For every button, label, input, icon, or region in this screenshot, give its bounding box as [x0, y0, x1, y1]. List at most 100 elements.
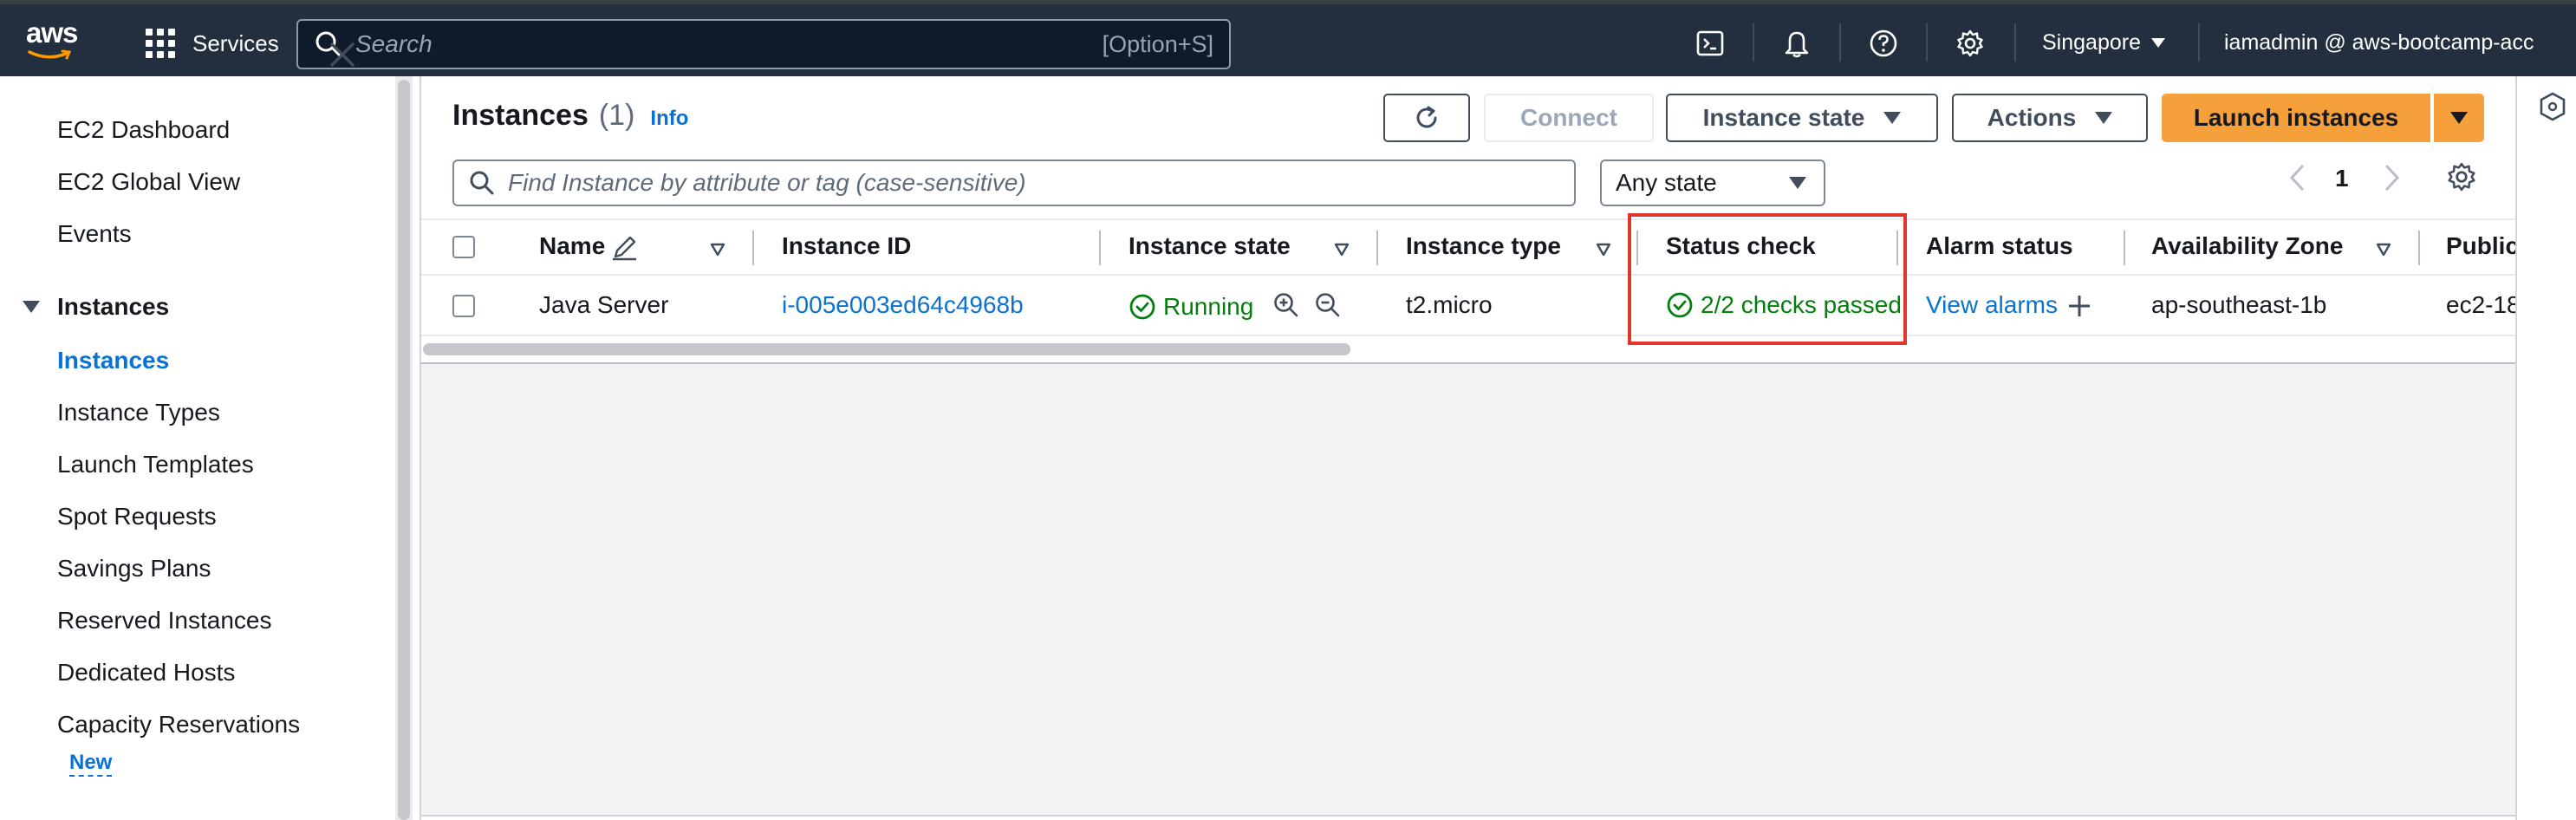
table-horizontal-scrollbar-thumb[interactable]	[423, 343, 1350, 355]
services-menu-button[interactable]: Services	[146, 23, 279, 63]
previous-page-icon[interactable]	[2287, 163, 2307, 192]
column-header-alarm-status[interactable]: Alarm status	[1926, 232, 2073, 260]
sidebar-scrollbar-thumb[interactable]	[398, 80, 410, 820]
divider	[421, 815, 2515, 817]
next-page-icon[interactable]	[2382, 163, 2403, 192]
sidebar-item-ec2-dashboard[interactable]: EC2 Dashboard	[57, 116, 230, 144]
public-dns: ec2-18	[2446, 291, 2515, 318]
zoom-in-icon[interactable]	[1272, 291, 1300, 319]
row-select-checkbox[interactable]	[452, 295, 475, 317]
column-header-instance-state[interactable]: Instance state	[1129, 232, 1291, 260]
state-filter-select[interactable]: Any state	[1600, 159, 1825, 206]
instance-filter-input[interactable]: Find Instance by attribute or tag (case-…	[452, 159, 1576, 206]
sidebar-item-reserved-instances[interactable]: Reserved Instances	[57, 607, 271, 635]
instance-id-link[interactable]: i-005e003ed64c4968b	[782, 291, 1024, 319]
page-title: Instances (1) Info	[452, 99, 688, 133]
search-icon	[470, 171, 494, 195]
availability-zone: ap-southeast-1b	[2151, 291, 2327, 318]
add-alarm-plus-icon[interactable]	[2066, 293, 2092, 319]
new-badge: New	[69, 751, 113, 777]
search-shortcut-hint: [Option+S]	[1102, 30, 1213, 57]
actions-button[interactable]: Actions	[1952, 94, 2148, 142]
divider	[2198, 23, 2200, 62]
divider	[1753, 23, 1754, 62]
instance-type: t2.micro	[1406, 291, 1493, 318]
column-header-public[interactable]: Public	[2446, 232, 2515, 260]
column-header-availability-zone[interactable]: Availability Zone	[2151, 232, 2343, 260]
actions-label: Actions	[1987, 104, 2077, 131]
page-number[interactable]: 1	[2335, 165, 2349, 192]
column-divider[interactable]	[1376, 231, 1378, 265]
aws-logo-text: aws	[26, 16, 78, 49]
caret-down-icon	[1789, 177, 1806, 189]
launch-options-button[interactable]	[2434, 94, 2484, 142]
column-header-name[interactable]: Name	[539, 232, 605, 260]
sidebar-item-capacity-reservations[interactable]: Capacity Reservations	[57, 711, 300, 739]
info-link[interactable]: Info	[650, 107, 688, 131]
instance-name: Java Server	[539, 291, 669, 318]
zoom-out-icon[interactable]	[1314, 291, 1342, 319]
aws-logo[interactable]: aws	[26, 16, 95, 68]
sidebar-section-instances[interactable]: Instances	[23, 293, 169, 321]
refresh-button[interactable]	[1383, 94, 1470, 142]
caret-down-icon	[2095, 112, 2113, 124]
right-rail	[2517, 76, 2576, 820]
sidebar-item-instance-types[interactable]: Instance Types	[57, 399, 220, 426]
divider	[2014, 23, 2016, 62]
refresh-icon	[1416, 106, 1437, 128]
column-header-instance-type[interactable]: Instance type	[1406, 232, 1561, 260]
sort-caret-icon[interactable]	[709, 241, 726, 258]
column-divider[interactable]	[1099, 231, 1101, 265]
caret-down-icon	[1883, 112, 1902, 124]
sidebar-item-events[interactable]: Events	[57, 220, 132, 248]
column-divider[interactable]	[2418, 231, 2420, 265]
connect-button[interactable]: Connect	[1484, 94, 1654, 142]
account-label: iamadmin @ aws-bootcamp-acc	[2224, 30, 2534, 55]
sidebar-item-instances[interactable]: Instances	[57, 347, 169, 374]
select-all-checkbox[interactable]	[452, 236, 475, 258]
sidebar-item-ec2-global-view[interactable]: EC2 Global View	[57, 168, 240, 196]
sidebar-item-dedicated-hosts[interactable]: Dedicated Hosts	[57, 659, 235, 687]
search-placeholder: Search	[355, 30, 433, 57]
settings-gear-icon[interactable]	[1954, 27, 1987, 60]
table-preferences-gear-icon[interactable]	[2446, 161, 2477, 192]
edit-pencil-icon	[613, 236, 636, 261]
state-filter-value: Any state	[1616, 169, 1717, 196]
search-input[interactable]: Search [Option+S]	[296, 19, 1231, 69]
notifications-bell-icon[interactable]	[1780, 27, 1813, 60]
grid-icon	[146, 29, 175, 58]
instance-count: (1)	[598, 99, 635, 132]
launch-instances-button[interactable]: Launch instances	[2162, 94, 2430, 142]
instance-state-button[interactable]: Instance state	[1666, 94, 1938, 142]
view-alarms-link[interactable]: View alarms	[1926, 291, 2058, 319]
cloudshell-icon[interactable]	[1694, 27, 1727, 60]
instance-state-running: Running	[1129, 293, 1253, 321]
help-icon[interactable]	[1867, 27, 1900, 60]
status-check-highlight-box	[1628, 213, 1907, 345]
aws-smile-icon	[28, 49, 72, 60]
sidebar-section-title: Instances	[57, 293, 170, 320]
column-divider[interactable]	[752, 231, 754, 265]
sidebar-item-savings-plans[interactable]: Savings Plans	[57, 555, 211, 582]
column-header-instance-id[interactable]: Instance ID	[782, 232, 911, 260]
caret-down-icon	[2450, 112, 2468, 124]
tools-panel-icon[interactable]	[2540, 92, 2566, 121]
sort-caret-icon[interactable]	[1333, 241, 1350, 258]
sidebar-item-launch-templates[interactable]: Launch Templates	[57, 451, 254, 478]
sort-caret-icon[interactable]	[2375, 241, 2392, 258]
sidebar-item-spot-requests[interactable]: Spot Requests	[57, 503, 217, 530]
filter-placeholder: Find Instance by attribute or tag (case-…	[508, 169, 1026, 196]
page-title-text: Instances	[452, 99, 589, 132]
instance-details-pane	[421, 364, 2515, 815]
instance-state-label: Instance state	[1702, 104, 1865, 131]
divider	[1926, 23, 1928, 62]
row-divider	[421, 335, 2515, 336]
close-sidebar-icon[interactable]	[328, 40, 357, 69]
region-selector[interactable]: Singapore	[2042, 30, 2165, 55]
column-divider[interactable]	[2124, 231, 2125, 265]
top-navigation-bar: aws Services Search [Option+S] Singapore	[0, 0, 2576, 76]
account-menu[interactable]: iamadmin @ aws-bootcamp-acc	[2224, 30, 2534, 55]
expand-caret-icon	[23, 301, 40, 313]
caret-down-icon	[2150, 38, 2165, 48]
sort-caret-icon[interactable]	[1595, 241, 1612, 258]
